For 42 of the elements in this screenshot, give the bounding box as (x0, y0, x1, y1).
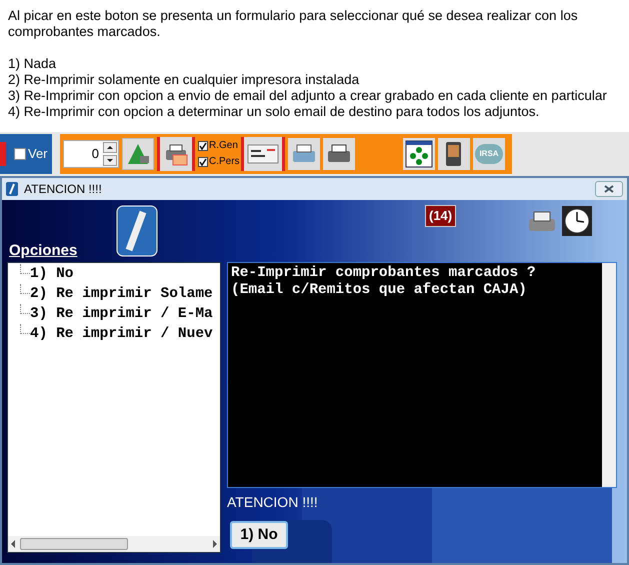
option-text: 2) Re-Imprimir solamente en cualquier impresora instalada (8, 72, 360, 88)
window-title: ATENCION !!!! (24, 181, 103, 198)
option-text: 1) Nada (8, 56, 58, 72)
triangle-tool-button[interactable] (122, 138, 154, 170)
description-text: Al picar en este boton se presenta un formulario para seleccionar qué se desea realizar con los comprobantes marcados. (8, 8, 579, 40)
status-text: ATENCION !!!! (227, 493, 319, 512)
option-checkbox[interactable]: R.Gen (198, 138, 238, 154)
tree-item[interactable]: 1) No (30, 264, 74, 284)
handheld-button[interactable] (438, 138, 470, 170)
vertical-scrollbar[interactable] (602, 263, 616, 487)
count-badge: (14) (425, 205, 456, 226)
printer-icon (163, 142, 189, 166)
horizontal-scrollbar[interactable] (8, 536, 220, 552)
close-icon (604, 185, 614, 193)
app-logo-icon (115, 204, 159, 258)
options-label: Opciones (9, 241, 78, 261)
printer-button[interactable] (323, 138, 355, 170)
app-icon (6, 182, 18, 196)
form-button[interactable] (241, 137, 285, 171)
tree-item[interactable]: 3) Re imprimir / E-Ma (30, 304, 213, 324)
option-text: 3) Re-Imprimir con opcion a envio de email del adjunto a crear grabado en cada cliente en particular (8, 88, 608, 104)
no-button[interactable]: 1) No (230, 521, 288, 549)
close-button[interactable] (595, 181, 623, 197)
tree-item[interactable]: 4) Re imprimir / Nuev (30, 324, 213, 344)
network-window-button[interactable] (403, 138, 435, 170)
counter-spinner[interactable]: 0 (63, 140, 119, 168)
network-window-icon (405, 140, 433, 168)
tree-item[interactable]: 2) Re imprimir Solame (30, 284, 213, 304)
option-checkbox[interactable]: C.Pers (198, 154, 238, 170)
scroll-left-icon[interactable] (10, 540, 16, 548)
printer-edit-button[interactable] (157, 137, 195, 171)
option-text: 4) Re-Imprimir con opcion a determinar un solo email de destino para todos los adjuntos. (8, 104, 540, 120)
clock-icon (562, 206, 592, 236)
message-box[interactable]: Re-Imprimir comprobantes marcados ? (Email c/Remitos que afectan CAJA) (227, 262, 617, 488)
message-line: (Email c/Remitos que afectan CAJA) (231, 282, 528, 299)
message-line: Re-Imprimir comprobantes marcados ? (231, 265, 537, 282)
scrollbar-thumb[interactable] (20, 538, 128, 550)
printer-button[interactable] (288, 138, 320, 170)
triangle-icon (126, 142, 150, 166)
scroll-right-icon[interactable] (212, 540, 218, 548)
form-icon (247, 144, 279, 164)
tab-marker-icon (0, 142, 6, 166)
